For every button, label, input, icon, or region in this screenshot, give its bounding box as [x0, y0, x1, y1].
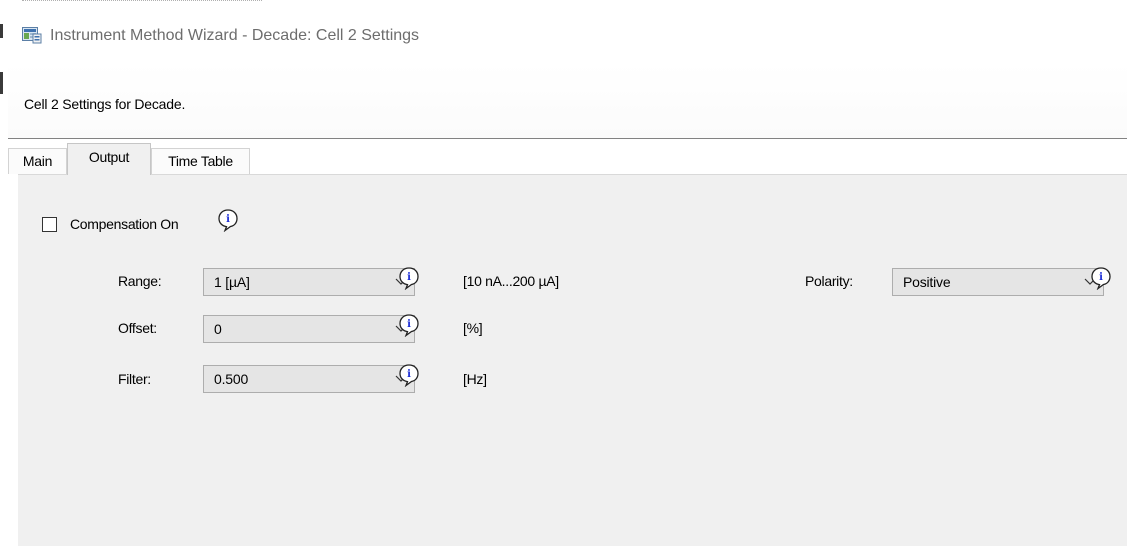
- polarity-info-icon[interactable]: i: [1090, 266, 1112, 290]
- tab-time-table[interactable]: Time Table: [151, 148, 250, 174]
- tab-label: Main: [22, 153, 53, 169]
- title-bar[interactable]: Instrument Method Wizard - Decade: Cell …: [8, 10, 1127, 62]
- left-edge-mark: [0, 72, 3, 94]
- range-label: Range:: [118, 273, 162, 289]
- svg-text:i: i: [407, 369, 411, 380]
- page-description: Cell 2 Settings for Decade.: [24, 96, 186, 112]
- filter-label: Filter:: [118, 371, 151, 387]
- polarity-dropdown[interactable]: Positive: [892, 268, 1104, 296]
- svg-text:i: i: [1099, 272, 1103, 283]
- compensation-checkbox[interactable]: [42, 217, 57, 232]
- offset-unit-hint: [%]: [463, 320, 483, 336]
- wizard-header-panel: Cell 2 Settings for Decade.: [8, 62, 1127, 139]
- compensation-info-icon[interactable]: i: [217, 208, 239, 232]
- wizard-window-icon: [22, 27, 42, 44]
- compensation-label[interactable]: Compensation On: [70, 216, 179, 232]
- background-window-fragment: [22, 0, 262, 4]
- filter-value: 0.500: [214, 371, 249, 387]
- filter-dropdown[interactable]: 0.500: [203, 365, 415, 393]
- tab-label: Time Table: [168, 153, 233, 169]
- range-dropdown[interactable]: 1 [µA]: [203, 268, 415, 296]
- window-title: Instrument Method Wizard - Decade: Cell …: [50, 27, 420, 44]
- polarity-label: Polarity:: [805, 273, 853, 289]
- filter-unit-hint: [Hz]: [463, 371, 487, 387]
- range-value: 1 [µA]: [214, 274, 250, 290]
- range-limits-hint: [10 nA...200 µA]: [463, 273, 559, 289]
- tab-strip: Main Output Time Table: [8, 139, 1127, 175]
- filter-info-icon[interactable]: i: [398, 363, 420, 387]
- tab-label: Output: [88, 149, 130, 165]
- tab-output[interactable]: Output: [67, 143, 151, 175]
- output-tab-panel: Compensation On i Range: 1 [µA] i [10 nA…: [18, 174, 1127, 546]
- svg-text:i: i: [226, 214, 230, 225]
- offset-info-icon[interactable]: i: [398, 313, 420, 337]
- top-edge: [0, 0, 1127, 10]
- offset-label: Offset:: [118, 320, 157, 336]
- left-edge-mark: [0, 24, 3, 38]
- svg-text:i: i: [407, 319, 411, 330]
- offset-value: 0: [214, 321, 222, 337]
- svg-text:i: i: [407, 272, 411, 283]
- polarity-value: Positive: [903, 274, 951, 290]
- offset-dropdown[interactable]: 0: [203, 315, 415, 343]
- range-info-icon[interactable]: i: [398, 266, 420, 290]
- tab-main[interactable]: Main: [8, 148, 67, 174]
